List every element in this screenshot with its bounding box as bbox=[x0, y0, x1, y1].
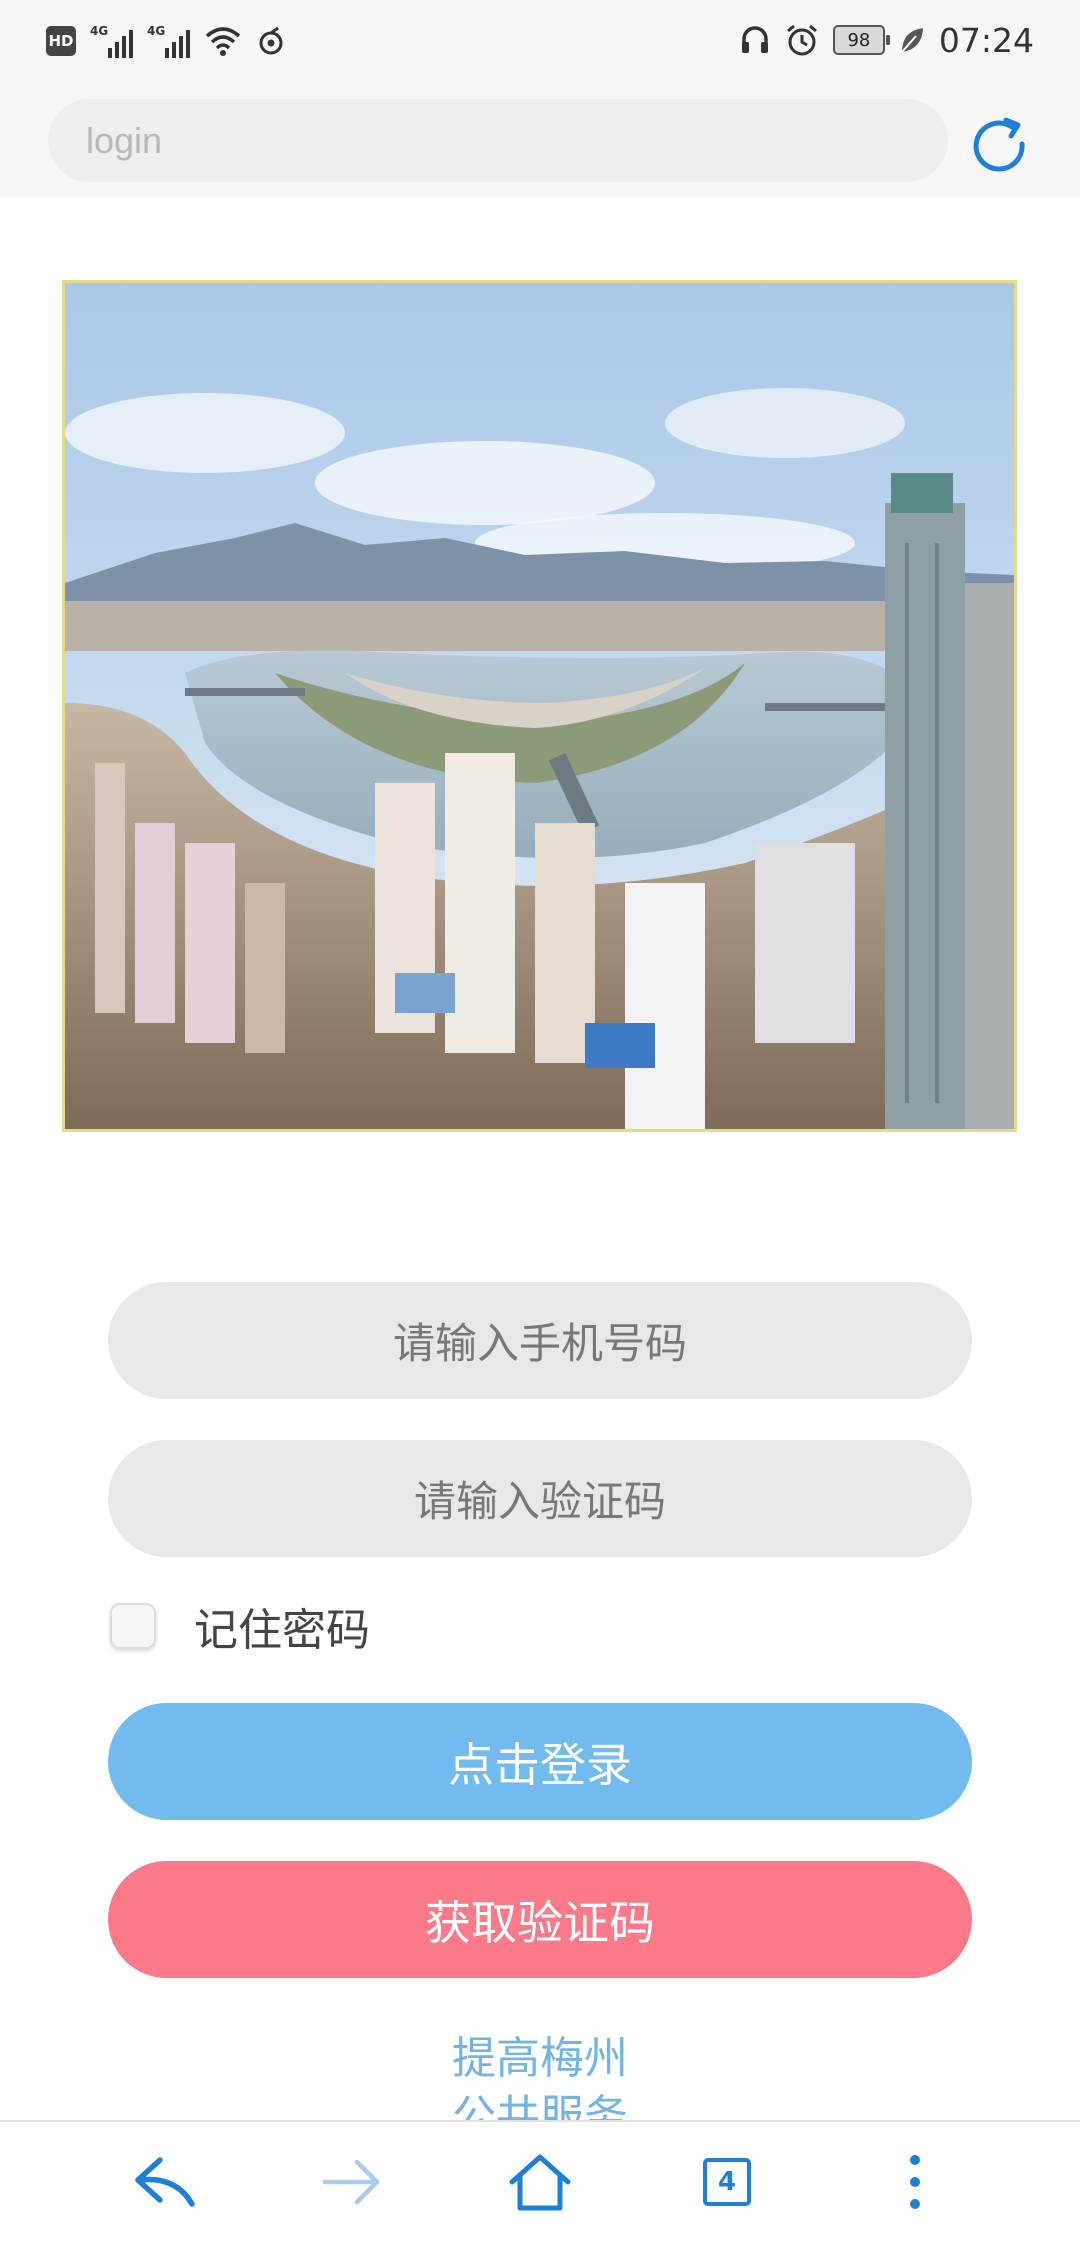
footer-link-line2: 公共服务 bbox=[452, 2091, 628, 2120]
verification-code-input[interactable]: 请输入验证码 bbox=[108, 1440, 972, 1557]
reload-icon[interactable] bbox=[966, 114, 1032, 180]
leaf-icon bbox=[901, 28, 923, 53]
hd-badge: HD bbox=[46, 26, 76, 56]
signal-icon: 4G bbox=[90, 24, 133, 58]
login-button[interactable]: 点击登录 bbox=[108, 1703, 972, 1820]
forward-icon bbox=[322, 2159, 380, 2205]
signal-icon-2: 4G bbox=[147, 24, 190, 58]
home-button[interactable] bbox=[495, 2140, 585, 2224]
footer-link-line1: 提高梅州 bbox=[452, 2033, 628, 2084]
status-left: HD 4G 4G bbox=[46, 20, 286, 62]
panorama-drawing bbox=[65, 283, 1014, 1129]
url-input[interactable]: login bbox=[48, 99, 948, 182]
footer-link[interactable]: 提高梅州 公共服务 bbox=[0, 2030, 1080, 2120]
remember-password-checkbox[interactable] bbox=[110, 1603, 156, 1649]
network-type: 4G bbox=[90, 24, 109, 38]
city-river-panorama-image bbox=[62, 280, 1017, 1132]
hotspot-icon bbox=[259, 26, 283, 55]
alarm-icon bbox=[786, 24, 817, 56]
status-right: 98 07:24 bbox=[739, 18, 1034, 62]
tab-count: 4 bbox=[703, 2158, 751, 2206]
headphones-icon bbox=[741, 26, 768, 53]
phone-input[interactable]: 请输入手机号码 bbox=[108, 1282, 972, 1399]
tabs-button[interactable]: 4 bbox=[682, 2140, 772, 2224]
wifi-icon bbox=[205, 27, 241, 56]
status-bar: HD 4G 4G 98 07:24 bbox=[0, 0, 1080, 80]
browser-address-bar: login bbox=[0, 80, 1080, 198]
get-code-button[interactable]: 获取验证码 bbox=[108, 1861, 972, 1978]
battery-indicator: 98 bbox=[832, 25, 890, 55]
clock: 07:24 bbox=[938, 20, 1034, 60]
browser-bottom-nav: 4 bbox=[0, 2120, 1080, 2242]
forward-button[interactable] bbox=[307, 2140, 397, 2224]
back-button[interactable] bbox=[120, 2140, 210, 2224]
network-type-2: 4G bbox=[147, 24, 166, 38]
back-icon bbox=[135, 2157, 195, 2207]
remember-password-row: 记住密码 bbox=[110, 1596, 370, 1656]
remember-password-label: 记住密码 bbox=[194, 1605, 370, 1656]
more-vertical-icon bbox=[910, 2155, 920, 2209]
home-icon bbox=[509, 2154, 571, 2211]
menu-button[interactable] bbox=[870, 2140, 960, 2224]
